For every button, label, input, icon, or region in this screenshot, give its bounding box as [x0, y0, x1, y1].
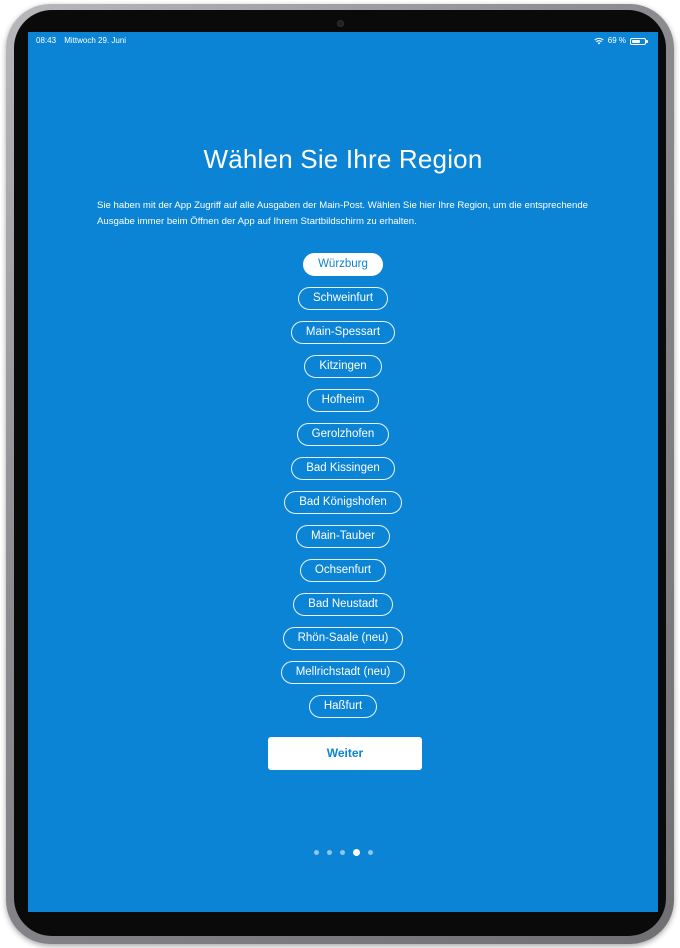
region-option[interactable]: Bad Kissingen [291, 457, 395, 480]
region-option[interactable]: Bad Neustadt [293, 593, 393, 616]
page-dot[interactable] [367, 850, 373, 855]
region-option[interactable]: Rhön-Saale (neu) [282, 627, 404, 650]
region-option[interactable]: Haßfurt [308, 695, 378, 718]
page-dot[interactable] [339, 850, 345, 855]
region-option[interactable]: Main-Tauber [296, 525, 390, 548]
continue-button[interactable]: Weiter [268, 737, 422, 770]
page-indicator [28, 849, 658, 856]
intro-text: Sie haben mit der App Zugriff auf alle A… [97, 200, 588, 227]
status-bar: 08:43 Mittwoch 29. Juni 69 % [28, 32, 658, 50]
region-option[interactable]: Mellrichstadt (neu) [280, 661, 406, 684]
battery-level [632, 39, 640, 43]
region-option[interactable]: Schweinfurt [297, 287, 389, 310]
region-option[interactable]: Kitzingen [304, 355, 382, 378]
region-option[interactable]: Hofheim [306, 389, 380, 412]
status-left: 08:43 Mittwoch 29. Juni [36, 32, 132, 50]
region-option[interactable]: Main-Spessart [290, 321, 396, 344]
region-list: Würzburg Schweinfurt Main-Spessart Kitzinge… [28, 253, 658, 729]
region-option[interactable]: Bad Königshofen [284, 491, 402, 514]
page-dot[interactable] [326, 850, 332, 855]
region-option[interactable]: Gerolzhofen [296, 423, 390, 446]
status-date: Mittwoch 29. Juni [64, 36, 127, 45]
status-time: 08:43 [36, 36, 57, 45]
front-camera [337, 20, 344, 27]
page-title: Wählen Sie Ihre Region [203, 144, 483, 174]
battery-icon [630, 37, 648, 45]
page-dot-active[interactable] [352, 849, 360, 856]
region-option[interactable]: Würzburg [303, 253, 383, 276]
status-right: 69 % [594, 32, 648, 50]
app-screen: 08:43 Mittwoch 29. Juni 69 % Wählen Sie … [28, 32, 658, 912]
battery-percent: 69 % [607, 36, 626, 45]
page-dot[interactable] [313, 850, 319, 855]
region-option[interactable]: Ochsenfurt [299, 559, 387, 582]
wifi-icon [594, 37, 604, 45]
